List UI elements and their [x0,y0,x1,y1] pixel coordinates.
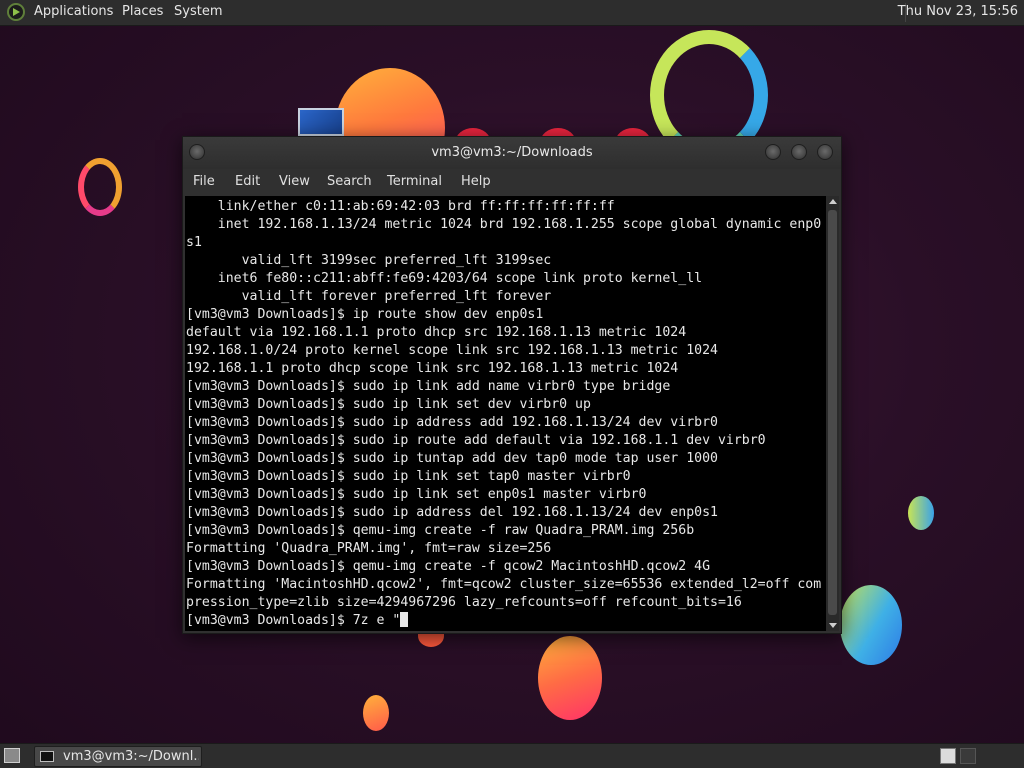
terminal-line: [vm3@vm3 Downloads]$ sudo ip tuntap add … [186,451,718,466]
wallpaper-orange-dot [363,695,389,731]
wallpaper-blue-ball [840,585,902,665]
terminal-menubar: File Edit View Search Terminal Help [183,169,841,196]
scroll-up-arrow-icon[interactable] [829,199,837,204]
menu-applications[interactable]: Applications [34,4,113,19]
terminal-line: [vm3@vm3 Downloads]$ sudo ip link add na… [186,379,671,394]
terminal-window: vm3@vm3:~/Downloads File Edit View Searc… [182,136,842,634]
wallpaper-blue-dot [908,496,934,530]
terminal-line: [vm3@vm3 Downloads]$ sudo ip route add d… [186,433,766,448]
window-title: vm3@vm3:~/Downloads [431,145,593,160]
scrollbar-thumb[interactable] [828,210,837,615]
terminal-line: inet6 fe80::c211:abff:fe69:4203/64 scope… [186,271,703,286]
menu-help[interactable]: Help [461,174,491,189]
terminal-output[interactable]: link/ether c0:11:ab:69:42:03 brd ff:ff:f… [185,196,826,631]
terminal-line: Formatting 'MacintoshHD.qcow2', fmt=qcow… [186,577,822,592]
terminal-line: [vm3@vm3 Downloads]$ ip route show dev e… [186,307,544,322]
menu-edit[interactable]: Edit [235,174,260,189]
bottom-panel: vm3@vm3:~/Downl... [0,743,1024,768]
terminal-line: [vm3@vm3 Downloads]$ sudo ip link set de… [186,397,591,412]
menu-view[interactable]: View [279,174,310,189]
window-titlebar[interactable]: vm3@vm3:~/Downloads [183,137,841,169]
wallpaper-orange-ball [538,636,602,720]
show-desktop-icon[interactable] [4,748,20,763]
text-cursor [400,612,409,627]
terminal-line: [vm3@vm3 Downloads]$ qemu-img create -f … [186,523,695,538]
workspace-switcher-1[interactable] [940,748,956,764]
menu-places[interactable]: Places [122,4,163,19]
menu-file[interactable]: File [193,174,215,189]
terminal-line: [vm3@vm3 Downloads]$ qemu-img create -f … [186,559,711,574]
menu-search[interactable]: Search [327,174,372,189]
terminal-line: pression_type=zlib size=4294967296 lazy_… [186,595,742,610]
terminal-line: default via 192.168.1.1 proto dhcp src 1… [186,325,687,340]
terminal-text[interactable]: link/ether c0:11:ab:69:42:03 brd ff:ff:f… [185,196,826,630]
terminal-line: s1 [186,235,202,250]
wallpaper-small-ring [78,158,122,216]
terminal-line: [vm3@vm3 Downloads]$ sudo ip address add… [186,415,718,430]
terminal-line: 192.168.1.0/24 proto kernel scope link s… [186,343,718,358]
terminal-line: valid_lft forever preferred_lft forever [186,289,552,304]
terminal-line: 192.168.1.1 proto dhcp scope link src 19… [186,361,679,376]
clock[interactable]: Thu Nov 23, 15:56 [898,4,1018,19]
terminal-line: link/ether c0:11:ab:69:42:03 brd ff:ff:f… [186,199,615,214]
minimize-button[interactable] [765,144,781,160]
terminal-line: [vm3@vm3 Downloads]$ sudo ip address del… [186,505,718,520]
terminal-line: Formatting 'Quadra_PRAM.img', fmt=raw si… [186,541,552,556]
scroll-down-arrow-icon[interactable] [829,623,837,628]
terminal-scrollbar[interactable] [826,196,839,631]
taskbar-label: vm3@vm3:~/Downl... [63,749,199,764]
terminal-line: [vm3@vm3 Downloads]$ 7z e " [186,613,401,628]
close-button[interactable] [817,144,833,160]
applications-logo-icon[interactable] [7,3,25,21]
workspace-switcher-2[interactable] [960,748,976,764]
terminal-icon [40,751,54,762]
terminal-line: [vm3@vm3 Downloads]$ sudo ip link set en… [186,487,647,502]
desktop: Applications Places System Thu Nov 23, 1… [0,0,1024,768]
terminal-line: inet 192.168.1.13/24 metric 1024 brd 192… [186,217,822,232]
desktop-computer-icon[interactable] [298,108,344,136]
top-panel: Applications Places System Thu Nov 23, 1… [0,0,1024,26]
menu-terminal[interactable]: Terminal [387,174,442,189]
terminal-line: [vm3@vm3 Downloads]$ sudo ip link set ta… [186,469,631,484]
menu-system[interactable]: System [174,4,222,19]
maximize-button[interactable] [791,144,807,160]
taskbar-terminal-button[interactable]: vm3@vm3:~/Downl... [34,746,202,767]
terminal-line: valid_lft 3199sec preferred_lft 3199sec [186,253,552,268]
